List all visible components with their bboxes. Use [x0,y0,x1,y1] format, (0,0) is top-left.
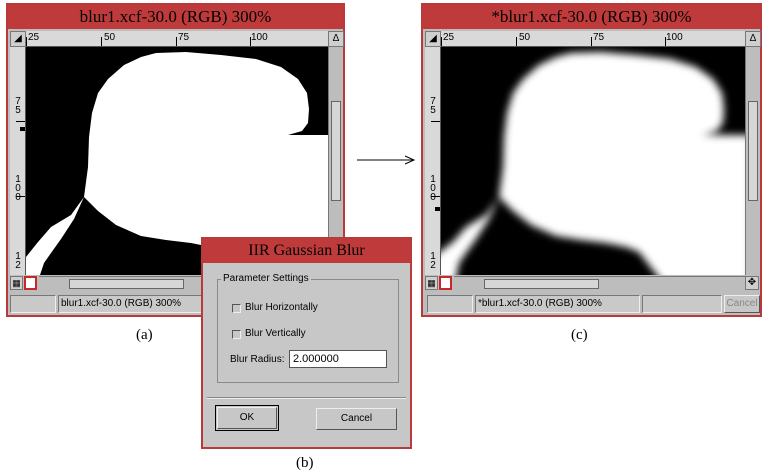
image-content [441,47,745,275]
status-text: *blur1.xcf-30.0 (RGB) 300% [475,295,640,313]
vertical-scroll-thumb[interactable] [748,101,758,201]
dialog-title[interactable]: IIR Gaussian Blur [203,239,410,263]
ruler-label: 12 [430,251,436,271]
status-field-left [427,295,473,313]
ok-button[interactable]: OK [215,405,279,431]
horizontal-scrollbar[interactable] [454,276,745,291]
blur-vertically-checkbox[interactable] [232,330,241,339]
quickmask-icon[interactable]: ▦ [10,276,23,290]
caption-b: (b) [296,455,314,471]
ruler-label: 100 [666,32,683,43]
ruler-label: 100 [251,32,268,43]
arrow-right-icon [357,155,416,165]
blur-radius-input[interactable]: 2.000000 [289,350,387,368]
vertical-ruler[interactable]: 75 100 12 [10,47,26,275]
cancel-button[interactable]: Cancel [316,408,397,430]
window-c-title[interactable]: *blur1.xcf-30.0 (RGB) 300% [423,5,760,29]
mask-toggle-icon[interactable] [439,276,452,290]
progress-field [642,295,722,313]
ruler-label: 75 [593,32,605,43]
window-a-title[interactable]: blur1.xcf-30.0 (RGB) 300% [8,5,343,29]
mask-toggle-icon[interactable] [24,276,37,290]
ruler-label: 100 [430,174,436,203]
quickmask-icon[interactable]: ▦ [425,276,438,290]
cancel-button[interactable]: Cancel [724,295,760,313]
zoom-arrow-icon[interactable]: Δ [745,31,761,47]
image-window-c: *blur1.xcf-30.0 (RGB) 300% ◢ 25 50 75 10… [421,3,762,317]
ruler-label: 12 [15,251,21,271]
ruler-label: 75 [178,32,190,43]
navigate-icon[interactable]: ✥ [745,276,759,290]
zoom-arrow-icon[interactable]: Δ [328,31,344,47]
blur-horizontally-checkbox[interactable] [232,304,241,313]
ruler-label: 75 [430,96,436,116]
vertical-scrollbar[interactable] [745,47,760,275]
blur-horizontally-label[interactable]: Blur Horizontally [245,302,318,314]
vertical-ruler[interactable]: 75 100 12 [425,47,441,275]
horizontal-scroll-thumb[interactable] [69,279,184,289]
button-separator [207,397,406,399]
ruler-label: 50 [104,32,116,43]
vertical-scroll-thumb[interactable] [331,101,341,201]
horizontal-ruler[interactable]: 25 50 75 100 [26,31,328,47]
horizontal-scroll-thumb[interactable] [484,279,599,289]
group-title: Parameter Settings [221,273,311,284]
horizontal-ruler[interactable]: 25 50 75 100 [441,31,745,47]
blur-radius-label: Blur Radius: [230,354,285,365]
caption-c: (c) [571,327,588,343]
ruler-label: 25 [443,32,455,43]
status-field-left [10,295,56,313]
gaussian-blur-dialog: IIR Gaussian Blur Parameter Settings Blu… [201,237,412,449]
menu-arrow-icon[interactable]: ◢ [425,31,441,47]
status-text: blur1.xcf-30.0 (RGB) 300% [58,295,208,313]
ruler-label: 100 [15,174,21,203]
image-canvas-c[interactable] [441,47,745,275]
menu-arrow-icon[interactable]: ◢ [10,31,26,47]
caption-a: (a) [136,327,153,343]
ruler-label: 25 [28,32,40,43]
ruler-label: 50 [519,32,531,43]
blur-vertically-label[interactable]: Blur Vertically [245,328,306,340]
ruler-label: 75 [15,96,21,116]
